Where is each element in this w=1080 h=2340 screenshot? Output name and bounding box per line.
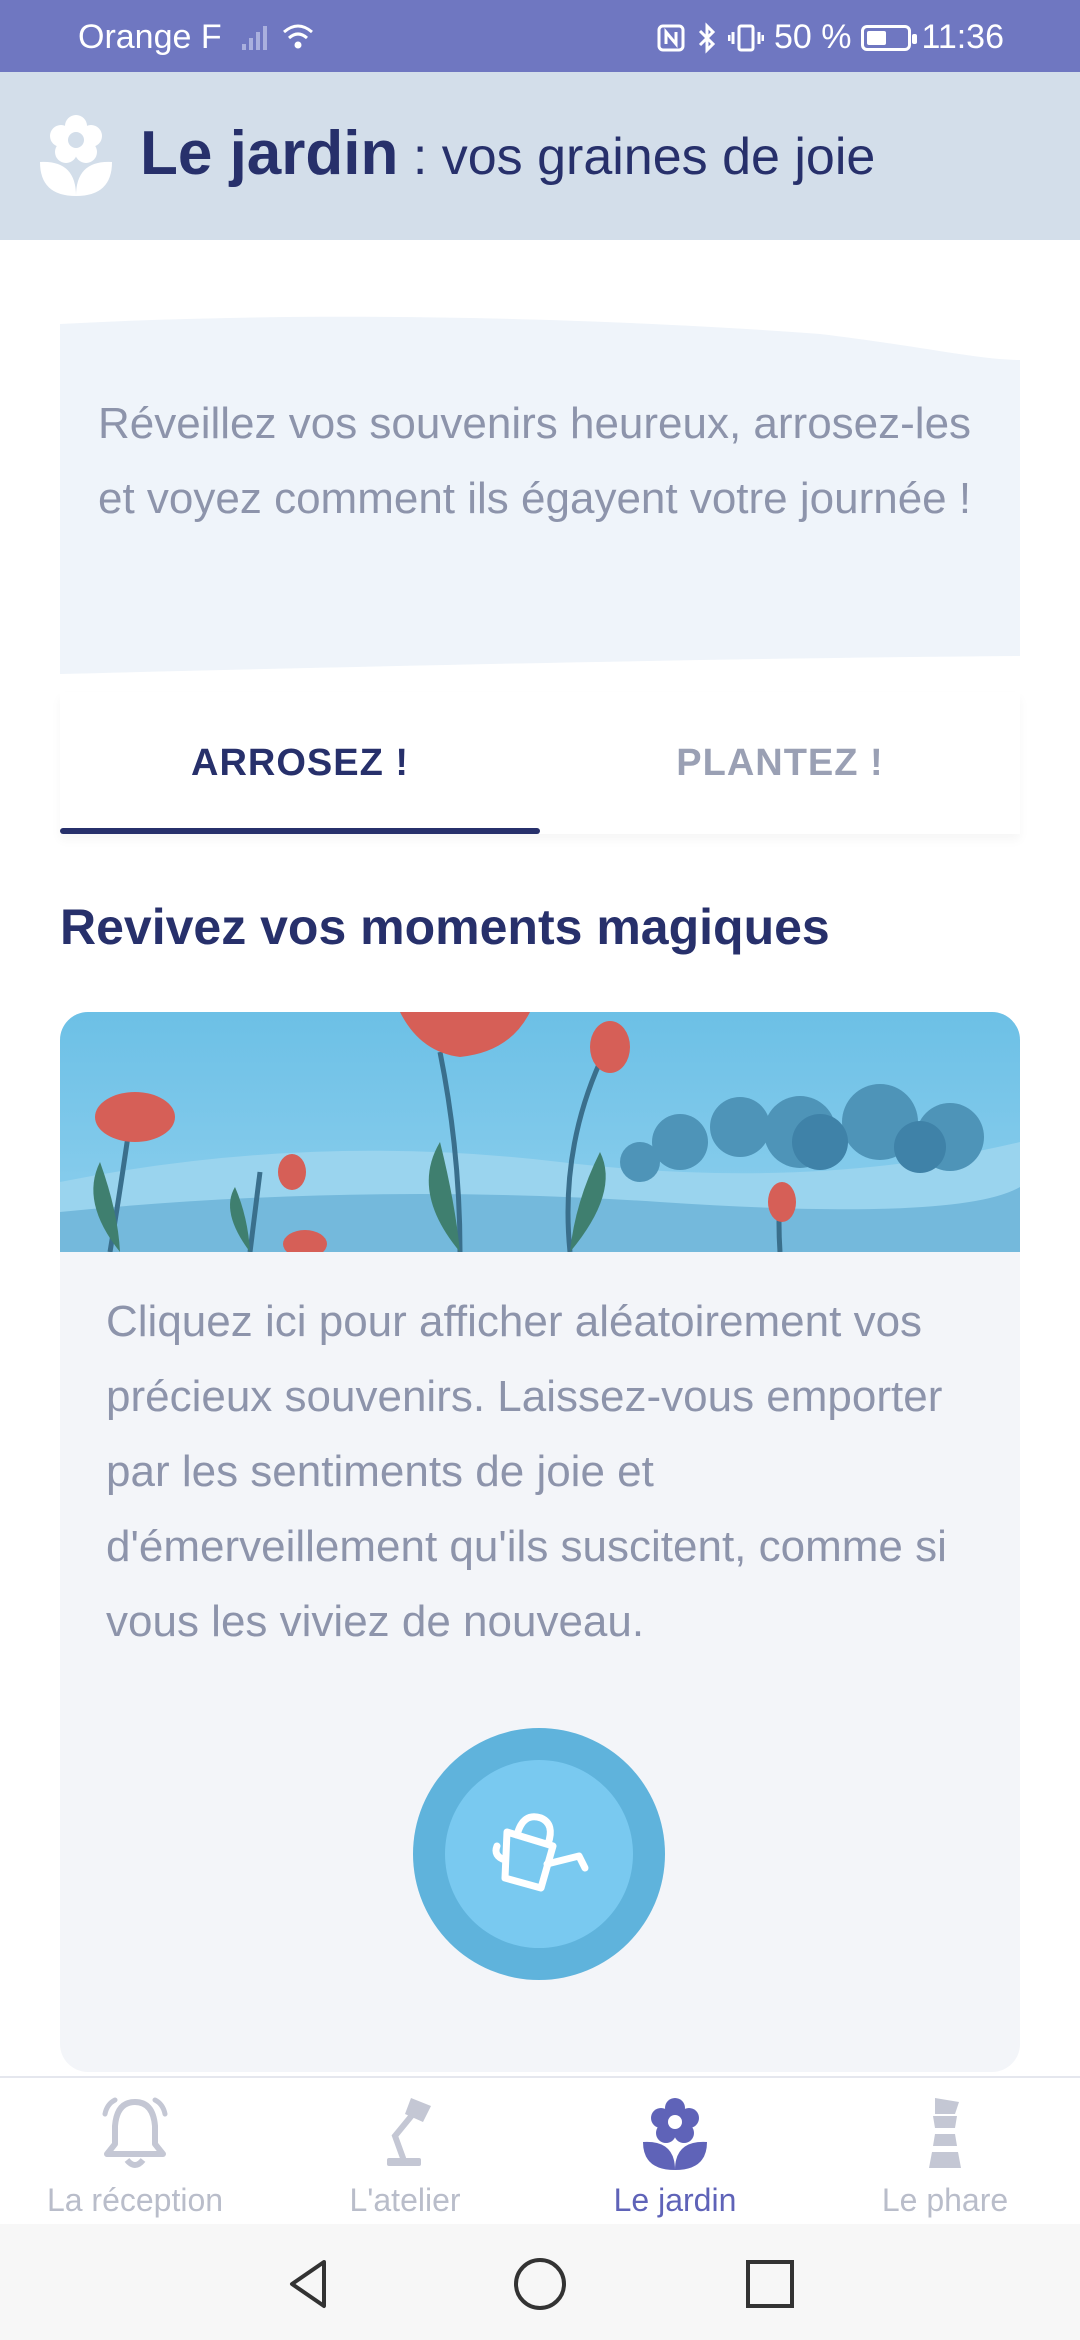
lighthouse-icon	[929, 2098, 961, 2168]
home-icon[interactable]	[510, 2254, 570, 2314]
memories-card[interactable]: Cliquez ici pour afficher aléatoirement …	[60, 1012, 1020, 2072]
intro-banner: Réveillez vos souvenirs heureux, arrosez…	[60, 316, 1020, 674]
flower-icon	[643, 2098, 707, 2170]
clock: 11:36	[921, 18, 1004, 56]
water-memories-button[interactable]	[413, 1728, 665, 1980]
nav-label-jardin: Le jardin	[613, 2182, 737, 2218]
title-main: Le jardin	[140, 119, 399, 188]
signal-wifi-icon	[242, 24, 313, 50]
nav-item-atelier[interactable]: L'atelier	[270, 2078, 540, 2226]
back-icon[interactable]	[280, 2254, 340, 2314]
title-subtitle: : vos graines de joie	[398, 128, 876, 186]
intro-text: Réveillez vos souvenirs heureux, arrosez…	[98, 399, 972, 523]
tab-plantez[interactable]: PLANTEZ !	[540, 692, 1020, 834]
battery-icon	[861, 24, 918, 51]
status-right: 50 % 11:36	[656, 18, 1004, 57]
bell-icon	[102, 2097, 168, 2168]
status-bar: Orange F 50 % 11:36	[0, 0, 1080, 72]
nav-label-phare: Le phare	[881, 2182, 1009, 2218]
page-title: Le jardin : vos graines de joie	[140, 118, 875, 189]
tab-indicator	[60, 828, 540, 834]
bottom-nav: La réception L'atelier Le jardin Le phar…	[0, 2076, 1080, 2226]
battery-percent: 50 %	[773, 18, 852, 56]
vibrate-icon	[727, 24, 764, 51]
flower-icon	[40, 115, 112, 196]
tab-bar: ARROSEZ ! PLANTEZ !	[60, 692, 1020, 834]
nav-item-jardin[interactable]: Le jardin	[540, 2078, 810, 2226]
watering-can-icon	[492, 1813, 589, 1892]
nav-item-reception[interactable]: La réception	[0, 2078, 270, 2226]
recents-icon[interactable]	[740, 2254, 800, 2314]
carrier-name: Orange F	[78, 18, 222, 56]
desk-lamp-icon	[387, 2098, 431, 2166]
section-title: Revivez vos moments magiques	[60, 899, 830, 955]
system-nav-bar	[0, 2224, 1080, 2340]
card-description: Cliquez ici pour afficher aléatoirement …	[106, 1297, 947, 1646]
water-button-inner	[445, 1760, 633, 1948]
app-header: Le jardin : vos graines de joie	[0, 72, 1080, 240]
nav-label-atelier: L'atelier	[349, 2182, 461, 2218]
nav-label-reception: La réception	[46, 2182, 224, 2218]
tab-arrosez[interactable]: ARROSEZ !	[60, 692, 540, 834]
nfc-icon	[657, 24, 685, 51]
poppy-field-illustration	[60, 1012, 1020, 1252]
bluetooth-icon	[698, 21, 716, 54]
nav-item-phare[interactable]: Le phare	[810, 2078, 1080, 2226]
